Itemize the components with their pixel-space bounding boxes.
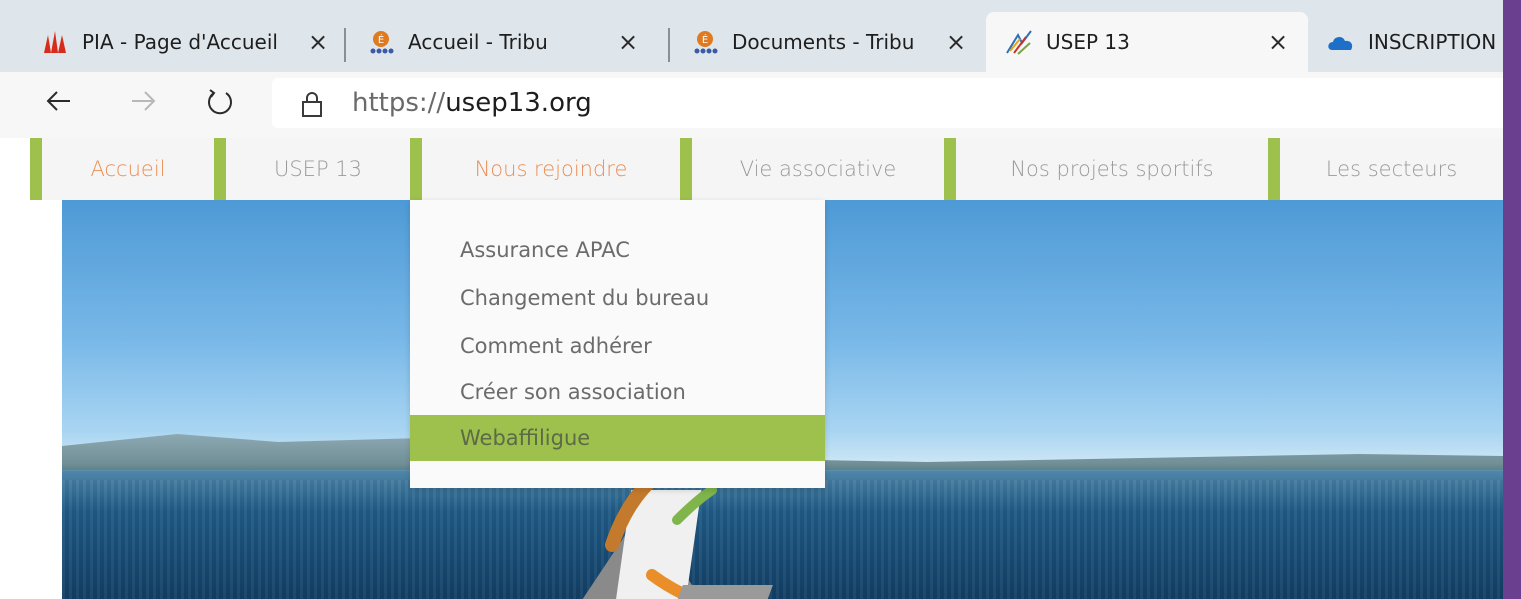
close-icon[interactable]: × (1268, 28, 1288, 56)
tab-label: Accueil - Tribu (408, 30, 548, 54)
pia-logo-icon (40, 27, 70, 57)
svg-text:É: É (378, 33, 384, 46)
tribu-logo-icon: É (366, 27, 396, 57)
tab-label: PIA - Page d'Accueil (82, 30, 277, 54)
lock-icon[interactable] (300, 90, 324, 122)
dropdown-item-changement-du-bureau[interactable]: Changement du bureau (410, 280, 825, 316)
dropdown-item-webaffiligue[interactable]: Webaffiligue (410, 415, 825, 461)
svg-text:É: É (702, 33, 708, 46)
back-arrow-icon[interactable] (44, 86, 74, 125)
refresh-icon[interactable] (204, 86, 236, 127)
tab-separator (668, 28, 670, 62)
browser-tab-strip: PIA - Page d'Accueil × É Accueil - Tribu… (0, 0, 1503, 72)
tab-label: Documents - Tribu (732, 30, 915, 54)
dropdown-item-assurance-apac[interactable]: Assurance APAC (410, 232, 825, 268)
browser-toolbar: https://usep13.org (0, 72, 1503, 138)
nous-rejoindre-dropdown: Assurance APAC Changement du bureau Comm… (410, 200, 825, 488)
onedrive-cloud-icon (1326, 27, 1356, 57)
tab-separator (344, 28, 346, 62)
nav-item-nous-rejoindre[interactable]: Nous rejoindre (410, 138, 680, 200)
address-bar[interactable]: https://usep13.org (272, 78, 1503, 128)
forward-arrow-icon[interactable] (128, 86, 158, 125)
nav-item-usep13[interactable]: USEP 13 (214, 138, 410, 200)
nav-item-les-secteurs[interactable]: Les secteurs (1268, 138, 1503, 200)
tab-label: USEP 13 (1046, 30, 1130, 54)
dropdown-item-comment-adherer[interactable]: Comment adhérer (410, 328, 825, 364)
nav-item-accueil[interactable]: Accueil (30, 138, 214, 200)
close-icon[interactable]: × (946, 28, 966, 56)
tab-accueil-tribu[interactable]: É Accueil - Tribu × (366, 12, 656, 72)
tab-usep13[interactable]: USEP 13 × (986, 12, 1308, 72)
slide-edge-decoration (1503, 0, 1521, 599)
tribu-logo-icon: É (690, 27, 720, 57)
dropdown-item-creer-son-association[interactable]: Créer son association (410, 374, 825, 410)
close-icon[interactable]: × (618, 28, 638, 56)
url-text[interactable]: https://usep13.org (352, 88, 592, 118)
tab-documents-tribu[interactable]: É Documents - Tribu × (690, 12, 980, 72)
nav-item-nos-projets-sportifs[interactable]: Nos projets sportifs (944, 138, 1268, 200)
site-navigation: Accueil USEP 13 Nous rejoindre Vie assoc… (30, 138, 1503, 200)
nav-item-vie-associative[interactable]: Vie associative (680, 138, 944, 200)
tab-inscription[interactable]: INSCRIPTION (1326, 12, 1503, 72)
close-icon[interactable]: × (308, 28, 328, 56)
tab-pia[interactable]: PIA - Page d'Accueil × (40, 12, 340, 72)
usep-logo-icon (1004, 27, 1034, 57)
tab-label: INSCRIPTION (1368, 30, 1497, 54)
